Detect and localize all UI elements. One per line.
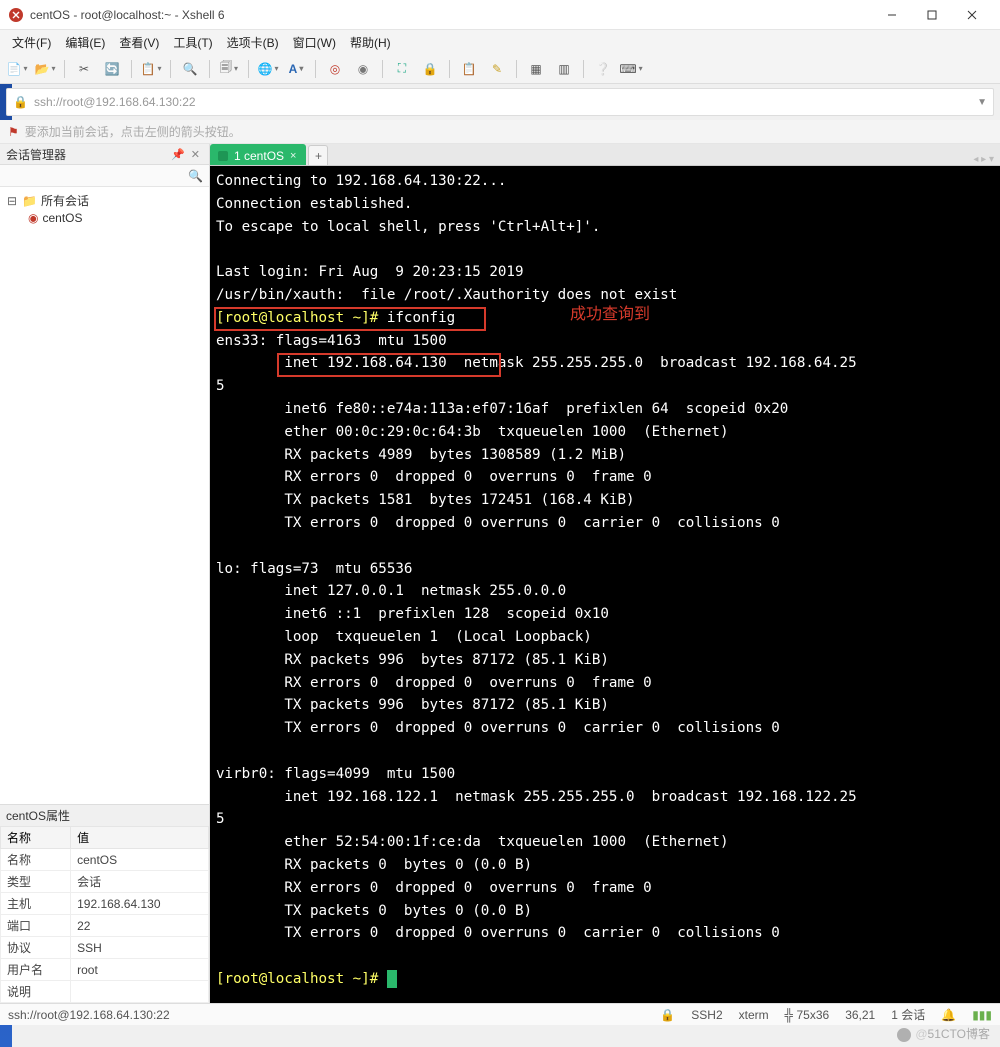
separator xyxy=(64,60,65,78)
separator xyxy=(449,60,450,78)
table-row: 端口22 xyxy=(1,915,209,937)
watermark: @51CTO博客 xyxy=(896,1025,990,1043)
terminal-wrapper: 1 centOS × + ◂ ▸ ▾ Connecting to 192.168… xyxy=(210,144,1000,1003)
properties-header: centOS属性 xyxy=(0,805,209,826)
session-pane-header: 会话管理器 📌 ✕ xyxy=(0,144,209,165)
bell-icon: 🔔 xyxy=(941,1008,956,1022)
pin-icon[interactable]: 📌 xyxy=(168,148,188,161)
annotation-label: 成功查询到 xyxy=(570,304,650,327)
tree-root-label: 所有会话 xyxy=(41,192,89,209)
separator xyxy=(583,60,584,78)
status-url: ssh://root@192.168.64.130:22 xyxy=(8,1008,170,1022)
menu-edit[interactable]: 编辑(E) xyxy=(59,32,111,53)
find-icon[interactable]: 🔍 xyxy=(179,58,201,80)
status-ssh: SSH2 xyxy=(691,1008,722,1022)
title-bar: centOS - root@localhost:~ - Xshell 6 xyxy=(0,0,1000,30)
tab-label: 1 centOS xyxy=(234,149,284,163)
add-tab-button[interactable]: + xyxy=(308,145,328,165)
open-icon[interactable]: 📂▾ xyxy=(34,58,56,80)
reconnect-icon[interactable]: 🔄 xyxy=(101,58,123,80)
fullscreen-icon[interactable]: ⛶ xyxy=(391,58,413,80)
separator xyxy=(170,60,171,78)
status-size: 75x36 xyxy=(796,1008,829,1022)
menu-help[interactable]: 帮助(H) xyxy=(344,32,397,53)
tab-nav-icons[interactable]: ◂ ▸ ▾ xyxy=(967,154,1000,165)
table-row: 协议SSH xyxy=(1,937,209,959)
tab-active[interactable]: 1 centOS × xyxy=(210,144,306,165)
menu-bar: 文件(F) 编辑(E) 查看(V) 工具(T) 选项卡(B) 窗口(W) 帮助(… xyxy=(0,30,1000,54)
left-panel: 会话管理器 📌 ✕ 🔍 ⊟📁 所有会话 ◉ centOS centOS属性 xyxy=(0,144,210,1003)
table-row: 类型会话 xyxy=(1,871,209,893)
paste-icon[interactable]: 📋 xyxy=(458,58,480,80)
highlight-icon[interactable]: ✎ xyxy=(486,58,508,80)
menu-view[interactable]: 查看(V) xyxy=(113,32,165,53)
tree-child-label: centOS xyxy=(42,211,82,225)
flag-icon: ⚑ xyxy=(8,125,19,139)
shortcut-icon[interactable]: ⌨▾ xyxy=(620,58,642,80)
properties-table: 名称 值 名称centOS类型会话主机192.168.64.130端口22协议S… xyxy=(0,826,209,1003)
new-session-icon[interactable]: 📄▾ xyxy=(6,58,28,80)
toolbar: 📄▾ 📂▾ ✂ 🔄 📋▾ 🔍 🗐▾ 🌐▾ A ▾ ◎ ◉ ⛶ 🔒 📋 ✎ ▦ ▥… xyxy=(0,54,1000,84)
close-pane-icon[interactable]: ✕ xyxy=(188,148,203,161)
col-name: 名称 xyxy=(1,827,71,849)
status-pos: 36,21 xyxy=(845,1008,875,1022)
maximize-button[interactable] xyxy=(912,0,952,30)
layout2-icon[interactable]: ▥ xyxy=(553,58,575,80)
address-bar[interactable]: 🔒 ssh://root@192.168.64.130:22 ▼ xyxy=(6,88,994,116)
status-bar: ssh://root@192.168.64.130:22 🔒 SSH2 xter… xyxy=(0,1003,1000,1025)
status-term: xterm xyxy=(739,1008,769,1022)
help-icon[interactable]: ❔ xyxy=(592,58,614,80)
copy-icon[interactable]: 🗐▾ xyxy=(218,58,240,80)
close-button[interactable] xyxy=(952,0,992,30)
tab-bar: 1 centOS × + ◂ ▸ ▾ xyxy=(210,144,1000,166)
properties-title: centOS属性 xyxy=(6,807,70,824)
globe-icon[interactable]: 🌐▾ xyxy=(257,58,279,80)
session-pane-title: 会话管理器 xyxy=(6,146,66,163)
conn-indicator-icon: ▮▮▮ xyxy=(972,1008,992,1022)
tab-indicator-icon xyxy=(218,151,228,161)
table-row: 名称centOS xyxy=(1,849,209,871)
layout1-icon[interactable]: ▦ xyxy=(525,58,547,80)
separator xyxy=(209,60,210,78)
menu-tabs[interactable]: 选项卡(B) xyxy=(221,32,285,53)
terminal[interactable]: Connecting to 192.168.64.130:22... Conne… xyxy=(210,166,1000,1003)
tree-child[interactable]: ◉ centOS xyxy=(28,210,203,226)
font-icon[interactable]: A ▾ xyxy=(285,58,307,80)
table-row: 主机192.168.64.130 xyxy=(1,893,209,915)
status-sessions: 1 会话 xyxy=(891,1006,925,1023)
session-tree[interactable]: ⊟📁 所有会话 ◉ centOS xyxy=(0,187,209,804)
stop-record-icon[interactable]: ◉ xyxy=(352,58,374,80)
separator xyxy=(131,60,132,78)
status-lock-icon: 🔒 xyxy=(660,1008,675,1022)
separator xyxy=(248,60,249,78)
search-icon: 🔍 xyxy=(188,169,203,183)
address-url: ssh://root@192.168.64.130:22 xyxy=(34,95,196,109)
main-area: 会话管理器 📌 ✕ 🔍 ⊟📁 所有会话 ◉ centOS centOS属性 xyxy=(0,144,1000,1003)
disconnect-icon[interactable]: ✂ xyxy=(73,58,95,80)
menu-tools[interactable]: 工具(T) xyxy=(167,32,218,53)
table-row: 用户名root xyxy=(1,959,209,981)
menu-file[interactable]: 文件(F) xyxy=(6,32,57,53)
hint-bar: ⚑ 要添加当前会话，点击左侧的箭头按钮。 xyxy=(0,120,1000,144)
hint-text: 要添加当前会话，点击左侧的箭头按钮。 xyxy=(25,123,241,140)
tree-root[interactable]: ⊟📁 所有会话 xyxy=(6,191,203,210)
properties-pane: centOS属性 名称 值 名称centOS类型会话主机192.168.64.1… xyxy=(0,804,209,1003)
menu-window[interactable]: 窗口(W) xyxy=(287,32,342,53)
secure-icon: 🔒 xyxy=(13,95,28,109)
address-dropdown-icon[interactable]: ▼ xyxy=(977,97,987,108)
app-icon xyxy=(8,7,24,23)
window-title: centOS - root@localhost:~ - Xshell 6 xyxy=(30,8,872,22)
tab-close-icon[interactable]: × xyxy=(290,150,296,162)
lock-icon[interactable]: 🔒 xyxy=(419,58,441,80)
properties-icon[interactable]: 📋▾ xyxy=(140,58,162,80)
window-controls xyxy=(872,0,992,30)
separator xyxy=(382,60,383,78)
session-search[interactable]: 🔍 xyxy=(0,165,209,187)
minimize-button[interactable] xyxy=(872,0,912,30)
separator xyxy=(516,60,517,78)
record-icon[interactable]: ◎ xyxy=(324,58,346,80)
col-value: 值 xyxy=(71,827,209,849)
table-row: 说明 xyxy=(1,981,209,1003)
separator xyxy=(315,60,316,78)
